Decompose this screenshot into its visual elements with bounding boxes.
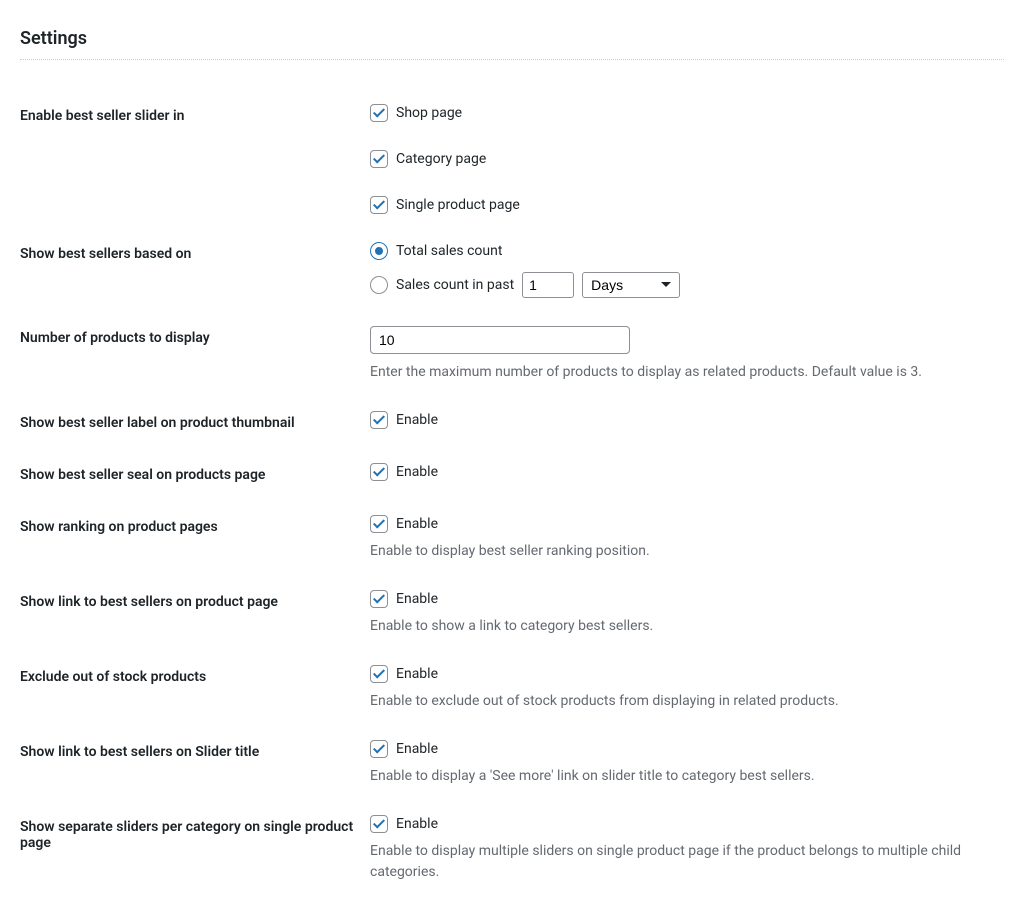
divider <box>20 59 1004 60</box>
separate-sliders-desc: Enable to display multiple sliders on si… <box>370 841 994 883</box>
sales-past-unit-select[interactable]: Days <box>582 272 680 298</box>
num-products-desc: Enter the maximum number of products to … <box>370 362 994 383</box>
link-product-option[interactable]: Enable <box>370 590 994 608</box>
exclude-oos-label: Exclude out of stock products <box>20 651 370 726</box>
separate-sliders-label: Show separate sliders per category on si… <box>20 801 370 897</box>
ranking-option[interactable]: Enable <box>370 515 994 533</box>
single-product-page-option[interactable]: Single product page <box>370 196 994 214</box>
total-sales-text: Total sales count <box>396 243 502 259</box>
num-products-label: Number of products to display <box>20 312 370 397</box>
ranking-desc: Enable to display best seller ranking po… <box>370 541 994 562</box>
link-product-desc: Enable to show a link to category best s… <box>370 616 994 637</box>
link-product-label: Show link to best sellers on product pag… <box>20 576 370 651</box>
sales-past-value-input[interactable] <box>522 272 574 298</box>
separate-sliders-option[interactable]: Enable <box>370 815 994 833</box>
separate-sliders-enable: Enable <box>396 816 438 832</box>
label-thumbnail-enable: Enable <box>396 412 438 428</box>
label-thumbnail-label: Show best seller label on product thumbn… <box>20 397 370 449</box>
ranking-label: Show ranking on product pages <box>20 501 370 576</box>
shop-page-checkbox[interactable] <box>370 104 388 122</box>
enable-slider-label: Enable best seller slider in <box>20 90 370 228</box>
exclude-oos-checkbox[interactable] <box>370 665 388 683</box>
category-page-checkbox[interactable] <box>370 150 388 168</box>
total-sales-radio[interactable] <box>370 242 388 260</box>
category-page-text: Category page <box>396 151 486 167</box>
seal-page-label: Show best seller seal on products page <box>20 449 370 501</box>
sales-past-text: Sales count in past <box>396 277 514 293</box>
settings-table: Enable best seller slider in Shop page C… <box>20 90 1004 897</box>
exclude-oos-desc: Enable to exclude out of stock products … <box>370 691 994 712</box>
link-product-enable: Enable <box>396 591 438 607</box>
link-slider-enable: Enable <box>396 741 438 757</box>
link-slider-desc: Enable to display a 'See more' link on s… <box>370 766 994 787</box>
shop-page-option[interactable]: Shop page <box>370 104 994 122</box>
separate-sliders-checkbox[interactable] <box>370 815 388 833</box>
exclude-oos-enable: Enable <box>396 666 438 682</box>
link-slider-checkbox[interactable] <box>370 740 388 758</box>
single-product-page-checkbox[interactable] <box>370 196 388 214</box>
label-thumbnail-option[interactable]: Enable <box>370 411 994 429</box>
seal-page-enable: Enable <box>396 464 438 480</box>
ranking-checkbox[interactable] <box>370 515 388 533</box>
single-product-page-text: Single product page <box>396 197 520 213</box>
link-product-checkbox[interactable] <box>370 590 388 608</box>
label-thumbnail-checkbox[interactable] <box>370 411 388 429</box>
category-page-option[interactable]: Category page <box>370 150 994 168</box>
num-products-input[interactable] <box>370 326 630 354</box>
ranking-enable: Enable <box>396 516 438 532</box>
based-on-label: Show best sellers based on <box>20 228 370 312</box>
page-title: Settings <box>20 28 1004 49</box>
shop-page-text: Shop page <box>396 105 462 121</box>
link-slider-option[interactable]: Enable <box>370 740 994 758</box>
exclude-oos-option[interactable]: Enable <box>370 665 994 683</box>
link-slider-label: Show link to best sellers on Slider titl… <box>20 726 370 801</box>
seal-page-checkbox[interactable] <box>370 463 388 481</box>
seal-page-option[interactable]: Enable <box>370 463 994 481</box>
sales-past-radio[interactable] <box>370 276 388 294</box>
